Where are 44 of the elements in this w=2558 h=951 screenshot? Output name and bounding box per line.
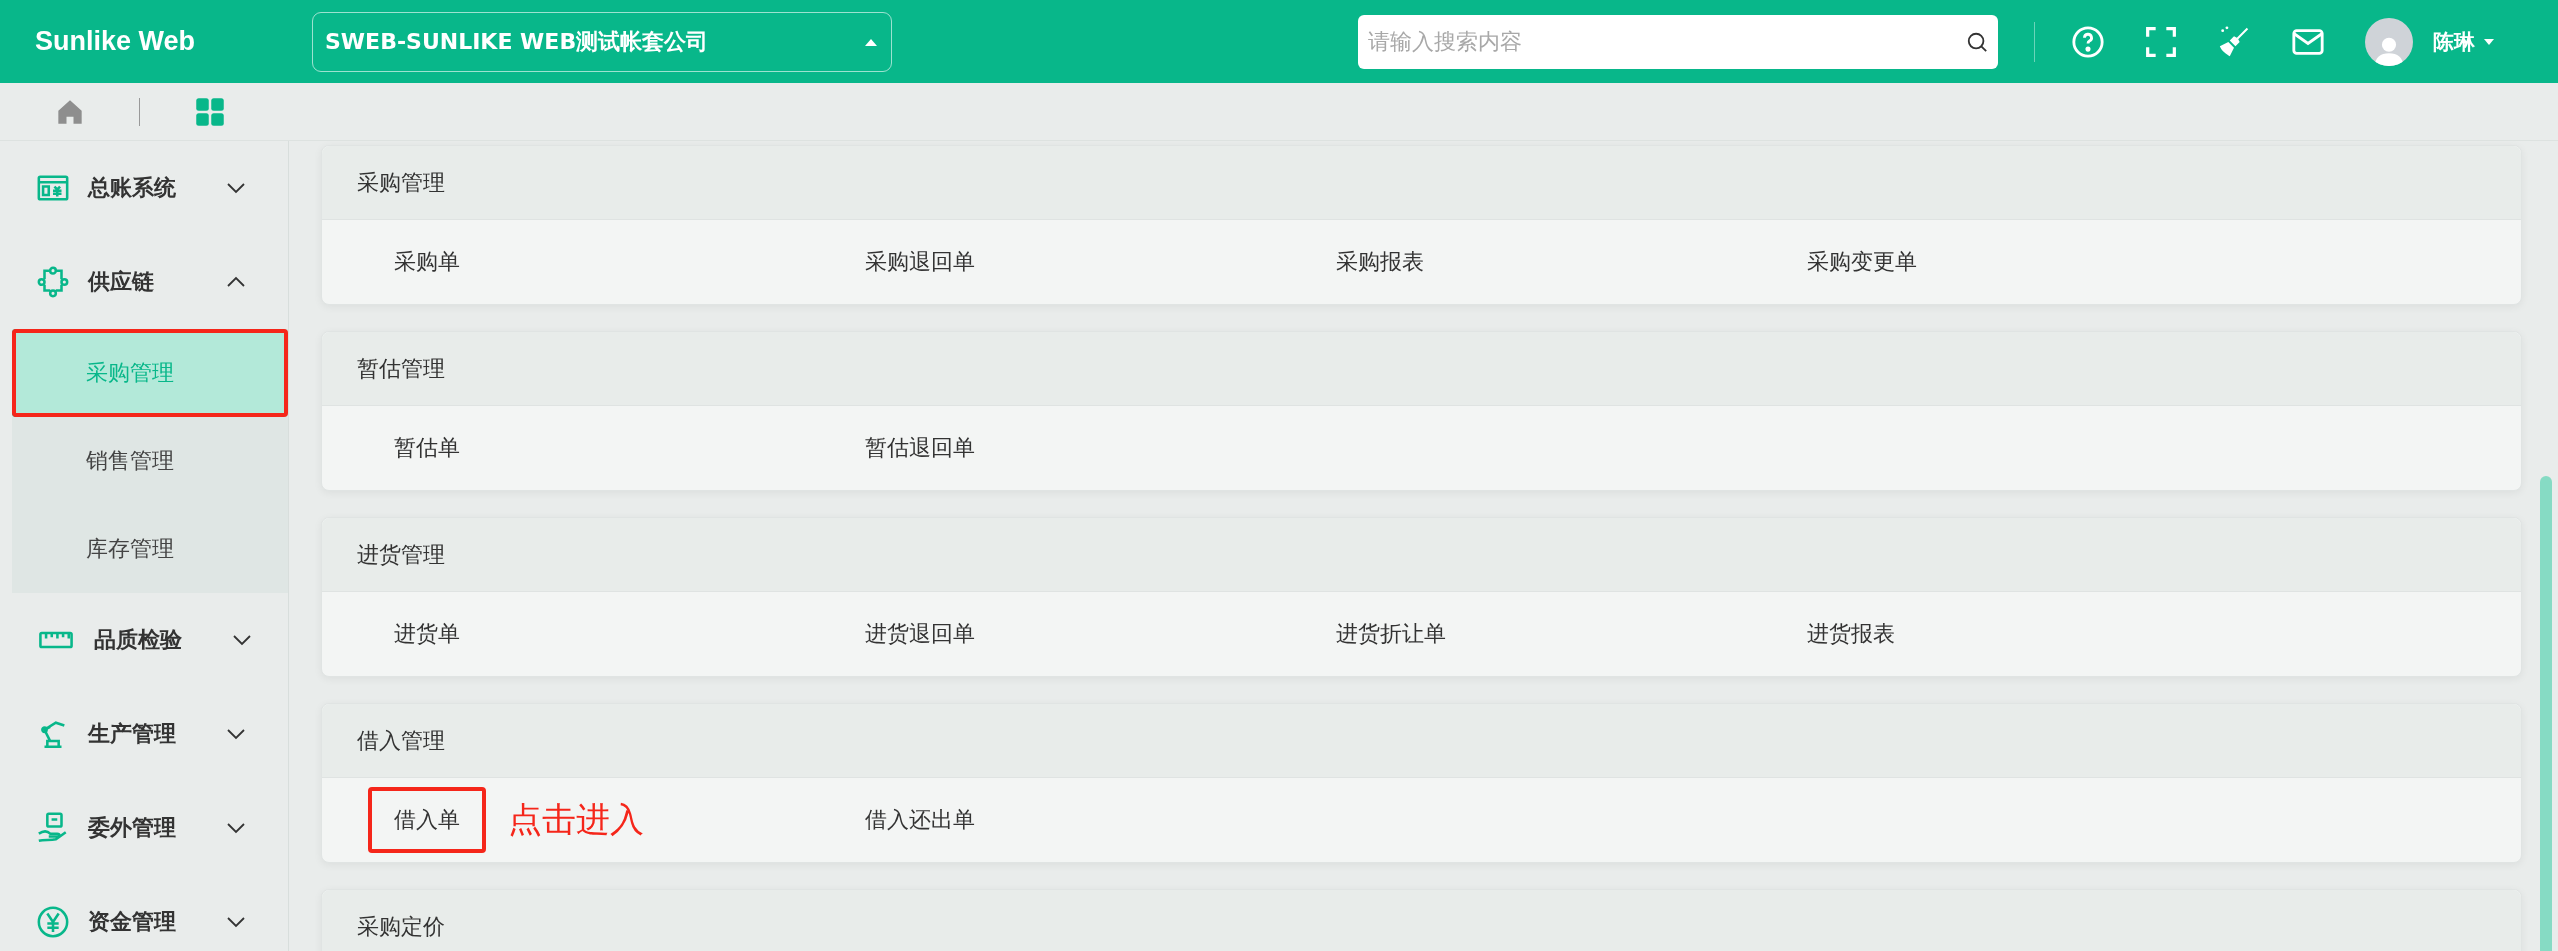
menu-link[interactable]: 进货单 [368, 601, 486, 667]
chevron-down-icon [226, 182, 246, 194]
avatar[interactable] [2365, 17, 2413, 66]
menu-link[interactable]: 采购变更单 [1781, 229, 1943, 295]
search-field[interactable]: 请输入搜索内容 [1358, 14, 1998, 69]
sidebar-group[interactable]: 品质检验 [0, 593, 288, 687]
chevron-down-icon [226, 728, 246, 740]
menu-link[interactable]: 进货退回单 [839, 601, 1001, 667]
sidebar-group[interactable]: 资金管理 [0, 875, 288, 951]
section-title: 借入管理 [357, 726, 445, 755]
fullscreen-icon[interactable] [2145, 25, 2177, 58]
broom-icon[interactable] [2217, 24, 2251, 59]
annotation-text: 点击进入 [508, 798, 644, 841]
caret-down-icon [2483, 37, 2495, 46]
menu-link[interactable]: 采购单 [368, 229, 486, 295]
menu-link[interactable]: 采购退回单 [839, 229, 1001, 295]
yen-icon [36, 905, 70, 939]
menu-link[interactable]: 借入单 [368, 787, 486, 853]
chevron-down-icon [226, 822, 246, 834]
menu-link[interactable]: 暂估单 [368, 415, 486, 481]
menu-link[interactable]: 采购报表 [1310, 229, 1450, 295]
hub-icon [36, 265, 70, 299]
chevron-down-icon [226, 916, 246, 928]
sidebar-item[interactable]: 库存管理 [12, 505, 288, 593]
menu-link[interactable]: 进货报表 [1781, 601, 1921, 667]
sidebar-item[interactable]: 销售管理 [12, 417, 288, 505]
menu-link[interactable]: 进货折让单 [1310, 601, 1472, 667]
chevron-up-icon [226, 276, 246, 288]
sidebar-group[interactable]: 委外管理 [0, 781, 288, 875]
menu-link[interactable]: 借入还出单 [839, 787, 1001, 853]
section-title: 暂估管理 [357, 354, 445, 383]
sidebar-group[interactable]: 供应链 [0, 235, 288, 329]
section-title: 进货管理 [357, 540, 445, 569]
help-icon[interactable] [2071, 24, 2105, 59]
sidebar-group[interactable]: 总账系统 [0, 141, 288, 235]
logo: Sunlike Web [34, 26, 197, 57]
grid-icon[interactable] [195, 96, 225, 127]
section-title: 采购管理 [357, 168, 445, 197]
scrollbar[interactable] [2540, 476, 2552, 951]
section-title: 采购定价 [357, 912, 445, 941]
chevron-down-icon [232, 634, 252, 646]
sidebar-group[interactable]: 生产管理 [0, 687, 288, 781]
search-icon [1966, 30, 1988, 53]
menu-link[interactable]: 暂估退回单 [839, 415, 1001, 481]
